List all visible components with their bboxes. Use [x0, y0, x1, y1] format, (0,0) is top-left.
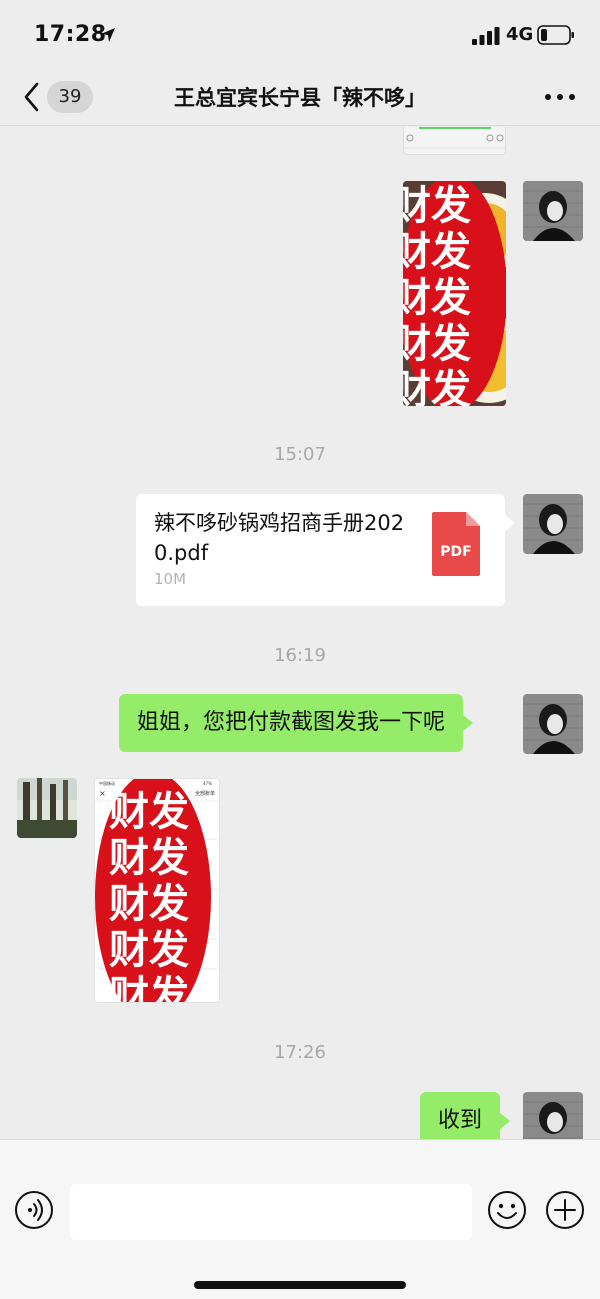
location-arrow-icon	[101, 28, 115, 42]
screenshot-header-title: 全部账单	[195, 790, 215, 797]
watermark-glyph: 财发	[403, 275, 471, 321]
unread-count-badge[interactable]: 39	[47, 81, 93, 113]
watermark-glyph: 财发	[403, 183, 471, 229]
watermark-glyph: 财发	[403, 367, 471, 406]
chevron-left-icon[interactable]	[20, 80, 44, 114]
sent-text-bubble[interactable]: 收到	[420, 1092, 511, 1139]
pdf-label: PDF	[440, 544, 471, 560]
watermark-glyph: 财发	[109, 789, 189, 835]
battery-icon	[537, 25, 574, 45]
home-indicator[interactable]	[194, 1281, 406, 1289]
more-dots-icon[interactable]	[544, 90, 576, 104]
screenshot-close-mark: ×	[99, 789, 106, 798]
sent-image-watermarked[interactable]: 财发 财发 财发 财发 财发	[403, 181, 506, 406]
chat-title: 王总宜宾长宁县「辣不哆」	[174, 86, 426, 110]
watermark-glyph: 财发	[109, 973, 189, 1003]
file-name: 辣不哆砂锅鸡招商手册2020.pdf	[154, 511, 405, 565]
status-bar: 17:28 4G	[0, 0, 600, 70]
my-avatar[interactable]	[523, 694, 583, 754]
watermark-glyph: 财发	[403, 229, 471, 275]
my-avatar[interactable]	[523, 1092, 583, 1139]
emoji-icon[interactable]	[487, 1190, 527, 1230]
chat-area[interactable]: 财发 财发 财发 财发 财发 15:07 辣不哆砂锅鸡招商手册2020.pdf …	[0, 127, 600, 1139]
watermark-glyph: 财发	[109, 927, 189, 973]
sent-text-bubble[interactable]: 姐姐，您把付款截图发我一下呢	[119, 694, 474, 752]
my-avatar[interactable]	[523, 494, 583, 554]
signal-bars-icon	[472, 27, 500, 45]
watermark-glyph: 财发	[109, 881, 189, 927]
screenshot-carrier: 中国移动	[99, 780, 115, 786]
nav-bar: 39 王总宜宾长宁县「辣不哆」	[0, 70, 600, 126]
file-size: 10M	[154, 570, 187, 588]
file-message-card[interactable]: 辣不哆砂锅鸡招商手册2020.pdf 10M PDF	[136, 494, 515, 606]
message-input[interactable]	[70, 1184, 472, 1240]
watermark-glyph: 财发	[403, 321, 471, 367]
pdf-file-icon: PDF	[432, 512, 480, 576]
voice-icon[interactable]	[14, 1190, 54, 1230]
my-avatar[interactable]	[523, 181, 583, 241]
sent-image-partial[interactable]	[403, 127, 506, 155]
status-time: 17:28	[34, 22, 107, 47]
input-bar	[0, 1139, 600, 1299]
watermark-glyph: 财发	[109, 835, 189, 881]
plus-icon[interactable]	[545, 1190, 585, 1230]
timestamp: 17:26	[274, 1042, 326, 1063]
contact-avatar[interactable]	[17, 778, 77, 838]
timestamp: 16:19	[274, 645, 326, 666]
screenshot-battery: 47%	[203, 781, 212, 786]
received-image-watermarked[interactable]: 中国移动 47% × 全部账单 财发 财发 财发 财发 财发	[94, 778, 220, 1003]
timestamp: 15:07	[274, 444, 326, 465]
network-label: 4G	[506, 24, 534, 45]
